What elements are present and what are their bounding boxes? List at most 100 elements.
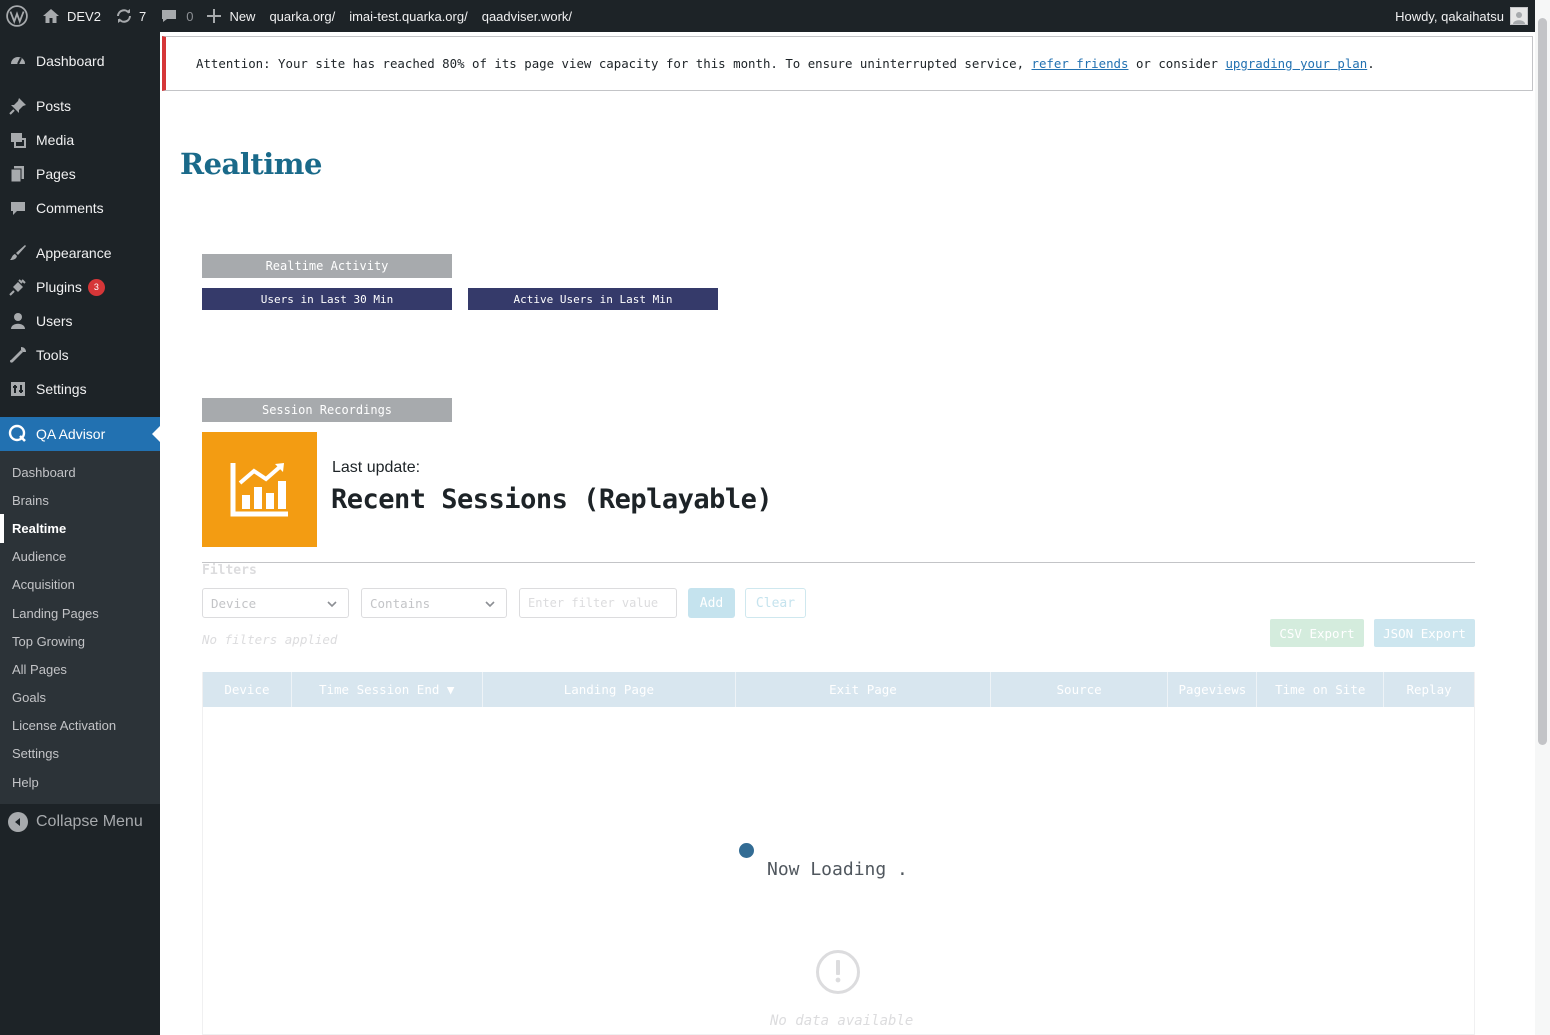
alert-icon xyxy=(816,950,860,994)
updates-count: 7 xyxy=(138,8,147,24)
chart-growth-icon xyxy=(202,432,317,547)
notice-text: Attention: Your site has reached 80% of … xyxy=(196,56,1032,71)
capacity-notice: Attention: Your site has reached 80% of … xyxy=(162,36,1533,91)
main-content: Attention: Your site has reached 80% of … xyxy=(160,32,1535,1035)
settings-icon xyxy=(8,379,28,399)
sidebar-item-label: Appearance xyxy=(36,245,112,261)
col-landing-page[interactable]: Landing Page xyxy=(483,672,737,707)
filter-value-input[interactable]: Enter filter value xyxy=(519,588,677,618)
sidebar-item-label: Settings xyxy=(36,381,87,397)
col-replay[interactable]: Replay xyxy=(1384,672,1474,707)
collapse-menu-button[interactable]: Collapse Menu xyxy=(0,805,160,839)
avatar xyxy=(1510,7,1528,25)
updates-link[interactable]: 7 xyxy=(108,0,153,32)
brush-icon xyxy=(8,243,28,263)
submenu-realtime[interactable]: Realtime xyxy=(0,514,160,543)
plug-icon xyxy=(8,277,28,297)
notice-text-end: . xyxy=(1367,56,1375,71)
submenu-brains[interactable]: Brains xyxy=(0,486,160,514)
submenu-license-activation[interactable]: License Activation xyxy=(0,712,160,740)
comment-icon xyxy=(162,10,177,22)
add-filter-button[interactable]: Add xyxy=(688,588,735,618)
sidebar-item-users[interactable]: Users xyxy=(0,304,160,338)
col-exit-page[interactable]: Exit Page xyxy=(736,672,991,707)
col-time-session-end[interactable]: Time Session End ▼ xyxy=(292,672,483,707)
submenu-help[interactable]: Help xyxy=(0,768,160,796)
filters-label: Filters xyxy=(202,563,257,578)
admin-sidebar: Dashboard Posts Media Pages Comments App… xyxy=(0,32,160,1035)
sidebar-item-label: Media xyxy=(36,132,75,148)
col-time-on-site[interactable]: Time on Site xyxy=(1257,672,1385,707)
sidebar-item-tools[interactable]: Tools xyxy=(0,338,160,372)
json-export-button[interactable]: JSON Export xyxy=(1374,619,1475,647)
sidebar-item-qa-advisor[interactable]: QA Advisor xyxy=(0,417,160,451)
submenu-settings[interactable]: Settings xyxy=(0,740,160,768)
refer-friends-link[interactable]: refer friends xyxy=(1032,56,1129,71)
submenu-top-growing[interactable]: Top Growing xyxy=(0,627,160,655)
collapse-label: Collapse Menu xyxy=(36,813,143,831)
sidebar-item-posts[interactable]: Posts xyxy=(0,89,160,123)
notice-text-middle: or consider xyxy=(1128,56,1226,71)
sidebar-item-label: Tools xyxy=(36,347,69,363)
realtime-activity-header: Realtime Activity xyxy=(202,254,452,278)
filter-status: No filters applied xyxy=(202,632,338,647)
collapse-arrow-icon xyxy=(8,812,28,833)
comments-count: 0 xyxy=(186,8,194,24)
sidebar-item-dashboard[interactable]: Dashboard xyxy=(0,44,160,78)
upgrade-plan-link[interactable]: upgrading your plan xyxy=(1225,56,1367,71)
chevron-down-icon xyxy=(485,601,495,608)
submenu-all-pages[interactable]: All Pages xyxy=(0,655,160,683)
operator-select[interactable]: Contains xyxy=(361,588,507,618)
submenu-landing-pages[interactable]: Landing Pages xyxy=(0,599,160,627)
quick-link-qaadviser[interactable]: qaadviser.work/ xyxy=(475,0,579,32)
quick-link-quarka[interactable]: quarka.org/ xyxy=(262,0,342,32)
device-select-value: Device xyxy=(211,595,257,611)
new-content-link[interactable]: New xyxy=(200,0,262,32)
account-menu[interactable]: Howdy, qakaihatsu xyxy=(1395,7,1550,25)
sidebar-item-comments[interactable]: Comments xyxy=(0,191,160,225)
clear-filter-button[interactable]: Clear xyxy=(745,588,806,618)
sidebar-item-label: QA Advisor xyxy=(36,426,106,442)
no-data-text: No data available xyxy=(770,1013,914,1029)
device-select[interactable]: Device xyxy=(202,588,349,618)
howdy-text: Howdy, qakaihatsu xyxy=(1395,8,1504,24)
submenu-audience[interactable]: Audience xyxy=(0,543,160,571)
operator-select-value: Contains xyxy=(370,595,431,611)
admin-bar: DEV2 7 0 New quarka.org/ imai-test.quark… xyxy=(0,0,1550,32)
sidebar-item-pages[interactable]: Pages xyxy=(0,157,160,191)
sidebar-item-label: Comments xyxy=(36,200,104,216)
col-source[interactable]: Source xyxy=(991,672,1169,707)
sidebar-item-plugins[interactable]: Plugins 3 xyxy=(0,270,160,304)
qa-icon xyxy=(8,424,28,444)
wrench-icon xyxy=(8,345,28,365)
divider xyxy=(202,562,1475,563)
users-last-30-min-label: Users in Last 30 Min xyxy=(202,288,452,310)
quick-link-imai-test[interactable]: imai-test.quarka.org/ xyxy=(342,0,475,32)
active-users-last-min-label: Active Users in Last Min xyxy=(468,288,718,310)
session-recordings-header: Session Recordings xyxy=(202,398,452,422)
qa-advisor-submenu: Dashboard Brains Realtime Audience Acqui… xyxy=(0,451,160,805)
site-name-link[interactable]: DEV2 xyxy=(35,0,108,32)
sidebar-item-settings[interactable]: Settings xyxy=(0,372,160,406)
sidebar-item-label: Posts xyxy=(36,98,72,114)
csv-export-button[interactable]: CSV Export xyxy=(1270,619,1364,647)
media-icon xyxy=(8,130,28,150)
wordpress-logo-icon[interactable] xyxy=(0,0,35,32)
pin-icon xyxy=(8,96,28,116)
comments-link[interactable]: 0 xyxy=(153,0,200,32)
scrollbar-thumb[interactable] xyxy=(1538,18,1547,745)
loading-text: Now Loading . xyxy=(767,859,908,880)
submenu-dashboard[interactable]: Dashboard xyxy=(0,458,160,486)
submenu-acquisition[interactable]: Acquisition xyxy=(0,571,160,599)
submenu-goals[interactable]: Goals xyxy=(0,684,160,712)
sidebar-item-appearance[interactable]: Appearance xyxy=(0,236,160,270)
plus-icon xyxy=(207,9,222,23)
loading-spinner xyxy=(739,843,754,858)
sidebar-item-label: Pages xyxy=(36,166,76,182)
sidebar-item-media[interactable]: Media xyxy=(0,123,160,157)
col-pageviews[interactable]: Pageviews xyxy=(1168,672,1258,707)
col-device[interactable]: Device xyxy=(203,672,292,707)
home-icon xyxy=(43,9,59,23)
page-title: Realtime xyxy=(180,147,322,181)
table-header: Device Time Session End ▼ Landing Page E… xyxy=(203,672,1474,707)
